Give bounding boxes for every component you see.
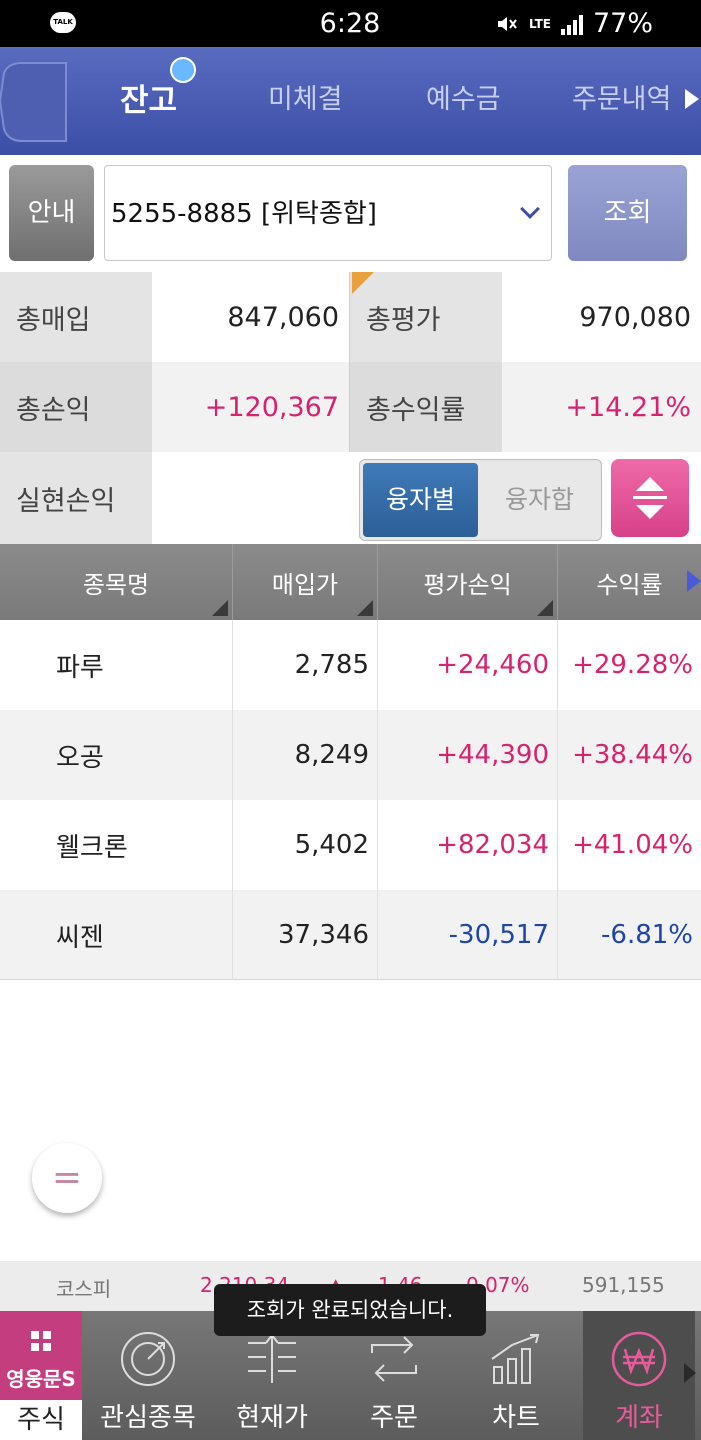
grid-icon [31,1331,51,1351]
status-icons: LTE 77% [495,8,653,39]
nav-account[interactable]: 계좌 [583,1311,695,1440]
target-icon [121,1332,175,1386]
index-volume: 591,155 [582,1273,665,1297]
mute-icon [497,16,517,31]
loan-toggle: 융자별 융자합 [359,459,602,541]
floating-menu-button[interactable]: = [32,1143,102,1213]
battery-percent: 77% [592,8,653,39]
nav-watchlist[interactable]: 관심종목 [94,1311,202,1440]
nav-label: 주식 [0,1400,82,1440]
status-bar: TALK 6:28 LTE 77% [0,0,701,47]
stock-name: 씨젠 [0,890,233,980]
account-row: 안내 5255-8885 [위탁종합] 조회 [0,155,701,272]
tab-order-history[interactable]: 주문내역 [572,77,671,116]
refresh-badge-icon[interactable] [170,57,196,83]
total-eval-value: 970,080 [502,272,701,362]
nav-label: 차트 [492,1403,540,1433]
return-rate: +38.44% [572,740,693,770]
account-number: 5255-8885 [위탁종합] [111,199,377,229]
total-rate-value: +14.21% [502,362,701,452]
holdings-table-header: 종목명 매입가 평가손익 수익률 [0,544,701,620]
return-rate: -6.81% [601,920,693,950]
account-select[interactable]: 5255-8885 [위탁종합] [104,165,552,261]
sort-corner-icon [537,600,553,616]
buy-price: 8,249 [233,710,378,800]
kakaotalk-icon: TALK [50,12,76,33]
return-rate: +41.04% [572,830,693,860]
eval-pl: +24,460 [378,620,558,710]
total-buy-value: 847,060 [152,272,349,362]
buy-price: 37,346 [233,890,378,980]
table-row[interactable]: 씨젠 37,346 -30,517 -6.81% [0,890,701,980]
table-row[interactable]: 파루 2,785 +24,460 +29.28% [0,620,701,710]
sort-corner-icon [357,600,373,616]
app-logo-text: 영웅문S [6,1367,76,1391]
table-row[interactable]: 오공 8,249 +44,390 +38.44% [0,710,701,800]
up-down-icon [633,477,667,519]
loan-total-option[interactable]: 융자합 [482,463,597,537]
nav-label: 계좌 [615,1403,663,1433]
index-name: 코스피 [56,1277,112,1301]
chevron-down-icon [520,199,540,219]
nav-label: 주문 [370,1403,418,1433]
exchange-icon [371,1336,417,1382]
tab-scroll-right-icon[interactable] [685,89,699,109]
col-buy-price[interactable]: 매입가 [233,544,378,620]
nav-label: 관심종목 [100,1403,196,1433]
chart-icon [491,1334,540,1384]
corner-marker-icon [352,272,374,294]
buy-price: 5,402 [233,800,378,890]
nav-label: 현재가 [236,1403,308,1433]
query-button[interactable]: 조회 [568,165,687,261]
total-buy-label: 총매입 [0,272,152,362]
tab-bar: 잔고 미체결 예수금 주문내역 [0,47,701,155]
guide-button[interactable]: 안내 [9,165,94,261]
network-type: LTE [528,16,551,31]
loan-by-item-option[interactable]: 융자별 [363,463,478,537]
total-rate-label: 총수익률 [349,362,502,452]
buy-price: 2,785 [233,620,378,710]
app-logo: 영웅문S [0,1317,82,1409]
eval-pl: -30,517 [378,890,558,980]
col-eval-pl[interactable]: 평가손익 [378,544,558,620]
column-scroll-right-icon[interactable] [687,570,701,592]
eval-pl: +44,390 [378,710,558,800]
signal-icon [560,13,583,35]
tab-deposit[interactable]: 예수금 [426,77,501,116]
total-pl-value: +120,367 [152,362,349,452]
stock-name: 웰크론 [0,800,233,890]
tab-unfilled[interactable]: 미체결 [268,77,343,116]
table-row[interactable]: 웰크론 5,402 +82,034 +41.04% [0,800,701,890]
realized-pl-value [152,452,349,544]
won-icon [611,1331,667,1387]
stock-name: 파루 [0,620,233,710]
toast-message: 조회가 완료되었습니다. [214,1284,486,1336]
col-name[interactable]: 종목명 [0,544,233,620]
nav-scroll-right-icon[interactable] [684,1363,696,1383]
back-button-icon[interactable] [0,55,70,147]
eval-pl: +82,034 [378,800,558,890]
return-rate: +29.28% [572,650,693,680]
sort-corner-icon [212,600,228,616]
expand-toggle-button[interactable] [611,459,689,537]
nav-stock[interactable]: 영웅문S 주식 [0,1311,82,1440]
realized-pl-label: 실현손익 [0,452,152,544]
stock-name: 오공 [0,710,233,800]
price-list-icon [248,1333,296,1383]
clock: 6:28 [319,8,381,39]
tab-balance[interactable]: 잔고 [120,75,177,120]
total-pl-label: 총손익 [0,362,152,452]
col-rate[interactable]: 수익률 [558,544,701,620]
